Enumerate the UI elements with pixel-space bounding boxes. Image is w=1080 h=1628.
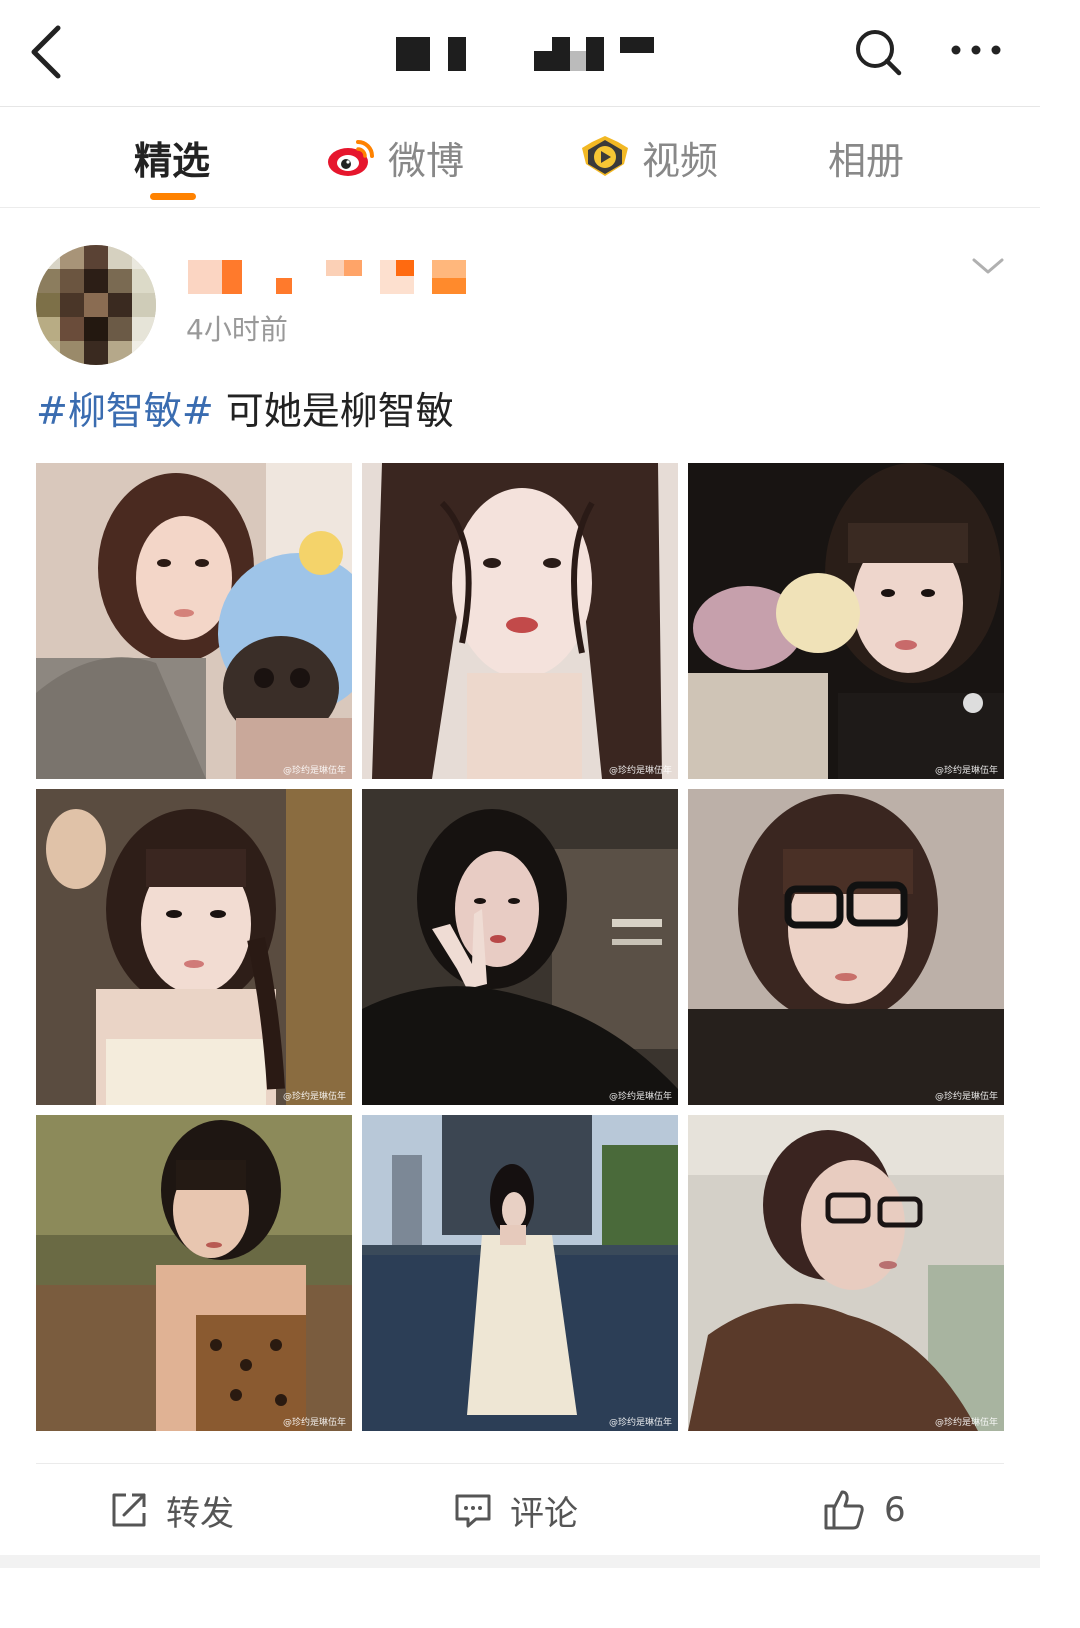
watermark: @珍约是琳伍年 [934, 1092, 998, 1102]
weibo-logo-icon [328, 140, 374, 176]
watermark: @珍约是琳伍年 [282, 1092, 346, 1102]
search-icon [856, 30, 902, 76]
bottom-separator [0, 1555, 1040, 1568]
comment-icon [455, 1494, 491, 1528]
watermark: @珍约是琳伍年 [608, 766, 672, 776]
post-timestamp: 4小时前 [186, 313, 288, 346]
avatar-pixelated-image [36, 245, 156, 365]
tab-featured-label: 精选 [134, 138, 211, 183]
photo-thumbnail[interactable]: @珍约是琳伍年 [36, 1115, 352, 1431]
profile-tabs: 精选 微博 视频 相册 [0, 107, 1040, 208]
post-body: 可她是柳智敏 [213, 389, 454, 433]
comment-button[interactable]: 评论 [454, 1478, 578, 1542]
post-options-button[interactable] [970, 252, 1006, 280]
photo-thumbnail[interactable]: @珍约是琳伍年 [362, 1115, 678, 1431]
more-horizontal-icon [951, 45, 1001, 55]
page-title-censored [396, 35, 666, 73]
footer-divider [36, 1463, 1004, 1464]
tab-video[interactable]: 视频 [578, 127, 718, 187]
share-icon [112, 1493, 146, 1527]
hashtag-link[interactable]: #柳智敏# [36, 389, 214, 433]
watermark: @珍约是琳伍年 [934, 766, 998, 776]
photo-thumbnail[interactable]: @珍约是琳伍年 [36, 789, 352, 1105]
video-badge-icon [582, 136, 628, 176]
watermark: @珍约是琳伍年 [282, 766, 346, 776]
photo-thumbnail[interactable]: @珍约是琳伍年 [362, 463, 678, 779]
active-tab-indicator [150, 193, 196, 200]
top-bar [0, 0, 1040, 107]
chevron-left-icon [31, 25, 61, 79]
photo-thumbnail[interactable]: @珍约是琳伍年 [688, 789, 1004, 1105]
thumbs-up-icon [824, 1490, 864, 1530]
like-count: 6 [884, 1490, 906, 1530]
repost-button[interactable]: 转发 [110, 1478, 234, 1542]
tab-album-label: 相册 [828, 138, 905, 183]
photo-thumbnail[interactable]: @珍约是琳伍年 [688, 463, 1004, 779]
username-censored[interactable] [188, 258, 468, 298]
photo-thumbnail[interactable]: @珍约是琳伍年 [36, 463, 352, 779]
like-button[interactable]: 6 [822, 1478, 906, 1542]
photo-grid: @珍约是琳伍年 @珍约是琳伍年 @珍约是琳伍年 @珍约是琳伍年 @珍约是琳伍年 … [36, 463, 1004, 1431]
watermark: @珍约是琳伍年 [282, 1418, 346, 1428]
photo-thumbnail[interactable]: @珍约是琳伍年 [362, 789, 678, 1105]
tab-video-label: 视频 [642, 138, 719, 183]
tab-weibo-label: 微博 [388, 138, 465, 183]
tab-weibo[interactable]: 微博 [324, 127, 464, 187]
comment-label: 评论 [510, 1493, 578, 1534]
watermark: @珍约是琳伍年 [608, 1418, 672, 1428]
avatar[interactable] [36, 245, 156, 365]
chevron-down-icon [972, 258, 1004, 274]
search-button[interactable] [852, 26, 904, 78]
repost-label: 转发 [166, 1493, 234, 1534]
more-button[interactable] [948, 42, 1004, 58]
watermark: @珍约是琳伍年 [608, 1092, 672, 1102]
tab-featured[interactable]: 精选 [134, 127, 210, 187]
back-button[interactable] [24, 20, 72, 84]
photo-thumbnail[interactable]: @珍约是琳伍年 [688, 1115, 1004, 1431]
tab-album[interactable]: 相册 [828, 127, 904, 187]
post-text: #柳智敏# 可她是柳智敏 [36, 380, 454, 435]
watermark: @珍约是琳伍年 [934, 1418, 998, 1428]
